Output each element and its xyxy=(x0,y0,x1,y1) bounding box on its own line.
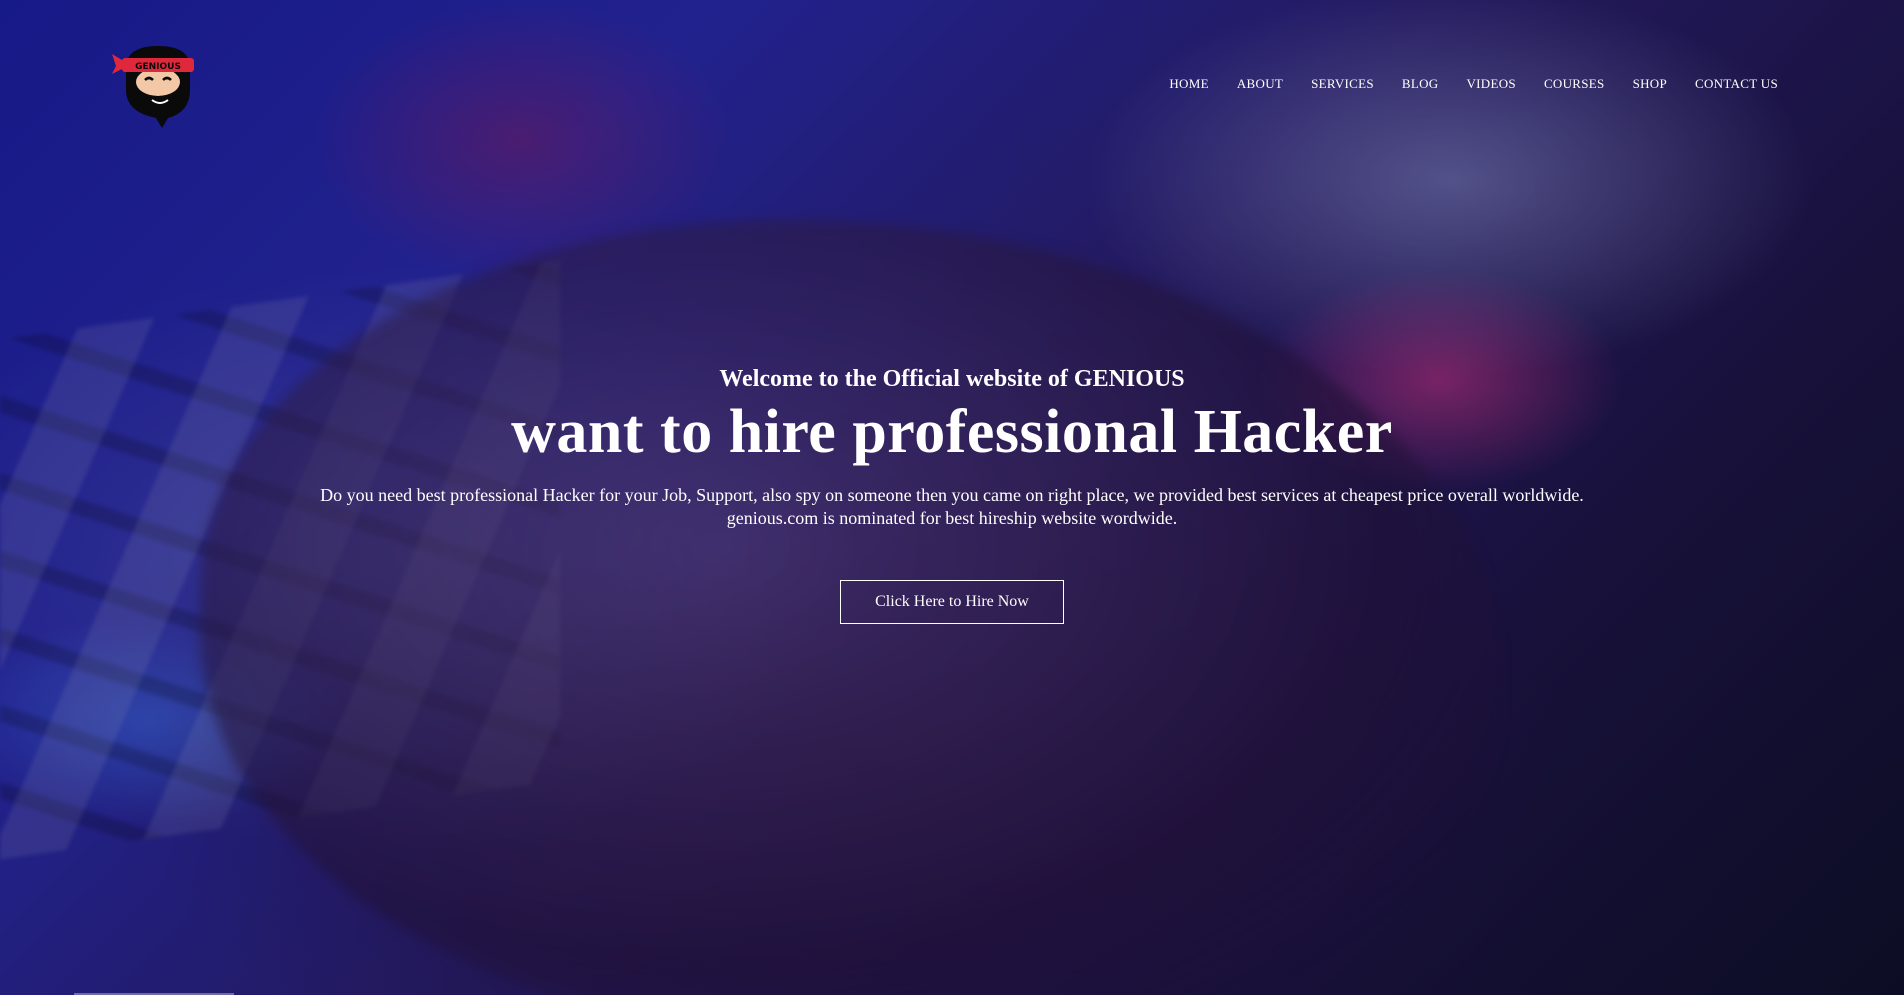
main-navigation: HOME ABOUT SERVICES BLOG VIDEOS COURSES … xyxy=(1169,76,1778,92)
hire-now-button[interactable]: Click Here to Hire Now xyxy=(840,580,1064,624)
hero-description-line-1: Do you need best professional Hacker for… xyxy=(320,485,1584,505)
nav-shop[interactable]: SHOP xyxy=(1633,76,1667,92)
ninja-mascot-icon: GENIOUS xyxy=(112,46,194,128)
logo-text: GENIOUS xyxy=(135,62,181,72)
nav-home[interactable]: HOME xyxy=(1169,76,1208,92)
hero-kicker: Welcome to the Official website of GENIO… xyxy=(719,366,1185,392)
site-header: GENIOUS HOME ABOUT SERVICES BLOG VIDEOS … xyxy=(0,0,1904,140)
hero-description-line-2: genious.com is nominated for best hiresh… xyxy=(726,508,1178,528)
hero-section: GENIOUS HOME ABOUT SERVICES BLOG VIDEOS … xyxy=(0,0,1904,995)
nav-about[interactable]: ABOUT xyxy=(1237,76,1283,92)
nav-services[interactable]: SERVICES xyxy=(1311,76,1374,92)
hero-headline: want to hire professional Hacker xyxy=(511,398,1393,466)
hero-description: Do you need best professional Hacker for… xyxy=(252,484,1652,530)
nav-courses[interactable]: COURSES xyxy=(1544,76,1605,92)
site-logo[interactable]: GENIOUS xyxy=(112,38,204,130)
hero-content: Welcome to the Official website of GENIO… xyxy=(0,362,1904,624)
nav-videos[interactable]: VIDEOS xyxy=(1466,76,1515,92)
nav-contact-us[interactable]: CONTACT US xyxy=(1695,76,1778,92)
nav-blog[interactable]: BLOG xyxy=(1402,76,1439,92)
